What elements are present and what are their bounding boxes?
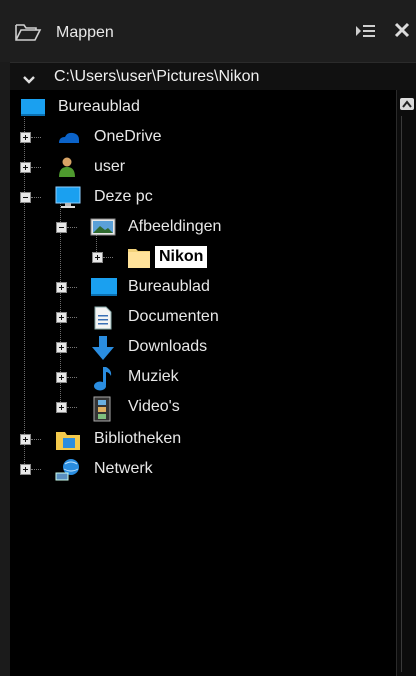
scroll-up-icon[interactable] <box>400 98 414 110</box>
network-icon <box>54 458 79 481</box>
expand-icon[interactable] <box>20 162 31 173</box>
tree-item-label: Downloads <box>128 338 208 355</box>
panel-header: Mappen <box>0 0 416 62</box>
folder-icon <box>126 246 150 268</box>
desktop-icon <box>90 276 117 298</box>
expand-icon[interactable] <box>20 132 31 143</box>
folder-outline-icon <box>14 22 42 47</box>
tree-item-music[interactable]: Muziek <box>10 366 390 391</box>
expand-icon[interactable] <box>56 372 67 383</box>
expand-icon[interactable] <box>56 342 67 353</box>
computer-icon <box>54 186 81 208</box>
close-icon[interactable] <box>392 20 412 45</box>
tree-item-label: Bureaublad <box>128 278 210 295</box>
tree-item-label: Documenten <box>128 308 219 325</box>
chevron-down-icon[interactable] <box>22 72 36 90</box>
tree-item-this-pc[interactable]: Deze pc <box>10 186 390 210</box>
tree-item-desktop[interactable]: Bureaublad <box>10 276 390 300</box>
pictures-icon <box>90 216 116 238</box>
tree-item-label: Muziek <box>128 368 179 385</box>
tree-item-label: user <box>94 158 126 175</box>
expand-icon[interactable] <box>56 282 67 293</box>
desktop-icon <box>20 96 45 118</box>
tree-item-downloads[interactable]: Downloads <box>10 336 390 360</box>
expand-icon[interactable] <box>56 402 67 413</box>
tree-item-label: OneDrive <box>94 128 162 145</box>
tree-item-label-selected: Nikon <box>155 246 208 268</box>
list-toggle-icon[interactable] <box>354 22 376 45</box>
expand-icon[interactable] <box>20 434 31 445</box>
cloud-icon <box>56 126 80 148</box>
download-arrow-icon <box>90 336 114 360</box>
collapse-icon[interactable] <box>20 192 31 203</box>
tree-item-onedrive[interactable]: OneDrive <box>10 126 390 150</box>
collapse-icon[interactable] <box>56 222 67 233</box>
path-bar[interactable]: C:\Users\user\Pictures\Nikon <box>10 62 416 92</box>
expand-icon[interactable] <box>92 252 103 263</box>
tree-item-label: Netwerk <box>94 460 153 477</box>
tree-item-label: Bureaublad <box>58 98 140 115</box>
tree-item-label: Afbeeldingen <box>128 218 222 235</box>
tree-item-pictures[interactable]: Afbeeldingen <box>10 216 390 240</box>
tree-item-network[interactable]: Netwerk <box>10 458 390 482</box>
tree-item-user[interactable]: user <box>10 156 390 180</box>
tree-item-documents[interactable]: Documenten <box>10 306 390 330</box>
folders-panel: Mappen C:\Users\user\Pictures\Nikon Bure… <box>0 0 416 676</box>
tree-item-label: Deze pc <box>94 188 153 205</box>
user-icon <box>56 156 80 178</box>
panel-title: Mappen <box>56 24 114 41</box>
film-icon <box>92 396 116 422</box>
folder-tree: Bureaublad OneDrive user Deze pc Afbeeld… <box>10 90 396 676</box>
tree-item-nikon[interactable]: Nikon <box>10 246 390 270</box>
libraries-icon <box>54 428 80 450</box>
tree-item-libraries[interactable]: Bibliotheken <box>10 428 390 452</box>
scroll-track[interactable] <box>401 116 414 672</box>
current-path[interactable]: C:\Users\user\Pictures\Nikon <box>54 68 259 86</box>
tree-item-label: Bibliotheken <box>94 430 182 447</box>
document-icon <box>92 306 116 330</box>
tree-item-root[interactable]: Bureaublad <box>10 96 390 120</box>
tree-item-label: Video's <box>128 398 180 415</box>
expand-icon[interactable] <box>20 464 31 475</box>
expand-icon[interactable] <box>56 312 67 323</box>
vertical-scrollbar[interactable] <box>396 90 416 676</box>
tree-item-videos[interactable]: Video's <box>10 396 390 422</box>
music-note-icon <box>92 366 116 391</box>
